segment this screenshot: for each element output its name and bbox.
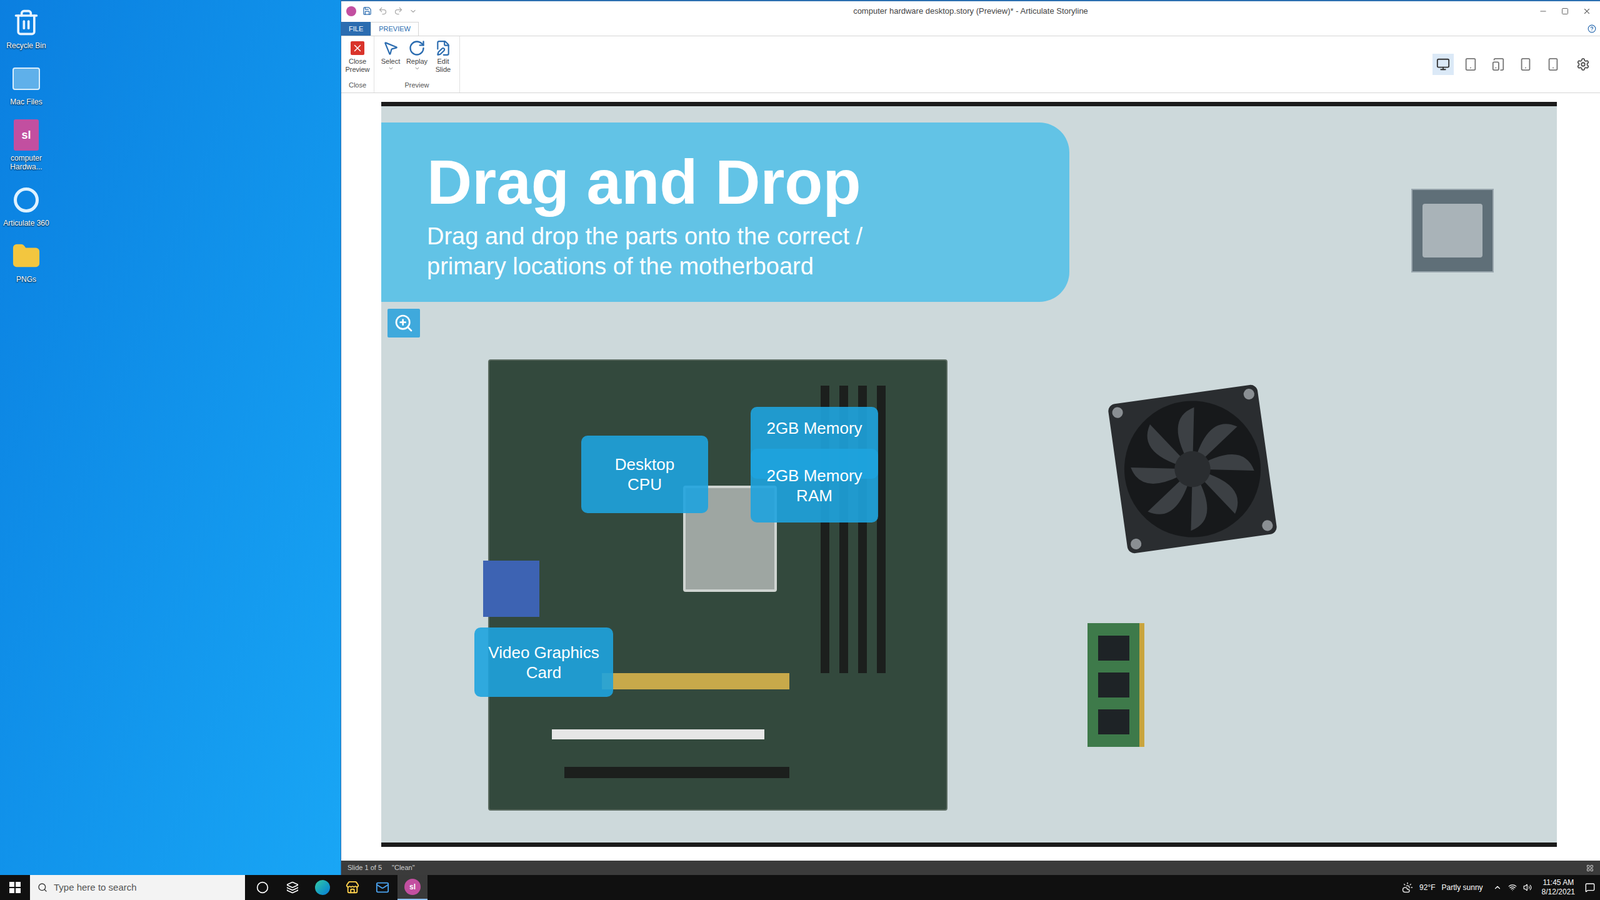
device-button[interactable] (1487, 53, 1509, 75)
tray-expand-icon[interactable] (1493, 883, 1502, 892)
settings-icon[interactable] (1576, 57, 1590, 72)
start-button[interactable] (0, 875, 30, 900)
status-item: Slide 1 of 5 (347, 862, 382, 874)
app-window: computer hardware desktop.story (Preview… (340, 0, 1600, 875)
close-icon (350, 41, 365, 55)
network-icon[interactable] (1508, 883, 1517, 892)
recycle-bin-icon (12, 8, 40, 37)
zoom-icon (393, 313, 414, 334)
save-icon[interactable] (362, 6, 372, 16)
windows-logo-icon (9, 881, 21, 894)
zoom-button[interactable] (387, 308, 420, 338)
view-icon[interactable] (1586, 864, 1594, 872)
status-bar: Slide 1 of 5 "Clean" (341, 860, 1600, 875)
folder-icon (11, 241, 41, 271)
maximize-icon[interactable] (1561, 7, 1569, 15)
weather-text: Partly sunny (1441, 881, 1484, 894)
device-icon (1518, 57, 1533, 72)
ribbon-button[interactable]: Close Preview (345, 36, 370, 80)
drop-target[interactable]: 2GB MemoryRAM (750, 448, 879, 523)
device-button[interactable] (1515, 53, 1537, 75)
story-file-icon: sl (13, 119, 39, 151)
mail-icon (375, 880, 390, 895)
device-button[interactable] (1432, 53, 1454, 75)
clock[interactable]: 11:45 AM8/12/2021 (1538, 878, 1579, 897)
motherboard (488, 359, 948, 811)
search-box[interactable]: Type here to search (30, 875, 245, 900)
stage: Drag and Drop Drag and drop the parts ont… (341, 93, 1600, 861)
ribbon-group: SelectReplayEdit SlidePreview (374, 36, 460, 93)
cortana-icon (256, 881, 269, 894)
title-banner: Drag and Drop Drag and drop the parts ont… (381, 122, 1070, 302)
cpu-fan[interactable] (1100, 379, 1285, 559)
customize-icon[interactable] (409, 7, 417, 15)
minimize-icon[interactable] (1538, 6, 1548, 16)
ribbon-button[interactable]: Select (378, 36, 404, 80)
slide-subtitle: primary locations of the motherboard (426, 251, 1070, 282)
edit-slide-icon (435, 40, 452, 57)
device-icon (1463, 57, 1478, 72)
ribbon-group: Close PreviewClose (341, 36, 375, 93)
cpu-chip[interactable] (1411, 188, 1494, 273)
weather-icon (1401, 881, 1414, 894)
taskbar: Type here to search sl 92°F Partly sunny 11:… (0, 875, 1600, 900)
search-icon (37, 882, 48, 893)
ribbon-tabs: FILEPREVIEW (341, 20, 1600, 36)
ram-stick[interactable] (1087, 623, 1145, 747)
drop-target[interactable]: DesktopCPU (581, 435, 709, 514)
storyline-icon: sl (404, 878, 421, 895)
ribbon-button[interactable]: Replay (404, 36, 430, 80)
ribbon-tab[interactable]: PREVIEW (370, 21, 419, 36)
slide-title: Drag and Drop (426, 147, 1070, 217)
device-icon (1491, 57, 1505, 72)
device-button[interactable] (1542, 53, 1564, 75)
volume-icon[interactable] (1523, 883, 1532, 892)
ribbon: Close PreviewCloseSelectReplayEdit Slide… (341, 35, 1600, 94)
taskbar-app[interactable]: sl (397, 875, 428, 900)
device-icon (1436, 57, 1450, 72)
drop-target[interactable]: Video GraphicsCard (474, 627, 614, 697)
store-icon (345, 880, 360, 895)
edge-icon (315, 880, 330, 895)
title-bar: computer hardware desktop.story (Preview… (341, 0, 1600, 21)
slide: Drag and Drop Drag and drop the parts ont… (381, 101, 1557, 847)
desktop-icon[interactable]: PNGs (0, 237, 53, 287)
notifications-icon[interactable] (1585, 882, 1595, 893)
screen: Recycle Bin Mac Files slcomputer Hardwa...… (0, 0, 1600, 900)
taskbar-app[interactable] (307, 875, 338, 900)
status-item: "Clean" (391, 862, 415, 874)
taskbar-app[interactable] (367, 875, 398, 900)
desktop-icon[interactable]: Articulate 360 (0, 181, 53, 230)
app-logo-icon (346, 6, 357, 17)
window-title: computer hardware desktop.story (Preview… (508, 5, 1433, 18)
taskbar-app[interactable] (337, 875, 368, 900)
weather-temp: 92°F (1419, 881, 1435, 894)
device-button[interactable] (1460, 53, 1482, 75)
desktop-icon[interactable]: Mac Files (0, 60, 53, 109)
mac-drive-icon (12, 67, 40, 90)
undo-icon[interactable] (378, 6, 388, 16)
redo-icon[interactable] (393, 6, 404, 16)
desktop: Recycle Bin Mac Files slcomputer Hardwa...… (0, 0, 341, 875)
device-icon (1546, 57, 1560, 72)
desktop-icon[interactable]: slcomputer Hardwa... (0, 116, 53, 174)
dropdown-icon (414, 65, 420, 72)
select-icon (382, 40, 399, 57)
ribbon-button[interactable]: Edit Slide (430, 36, 456, 80)
dropdown-icon (388, 65, 394, 72)
ribbon-tab[interactable]: FILE (341, 21, 371, 36)
taskbar-app[interactable] (277, 875, 308, 900)
slide-subtitle: Drag and drop the parts onto the correct… (426, 221, 1070, 252)
close-window-icon[interactable] (1582, 6, 1592, 16)
desktop-icon[interactable]: Recycle Bin (0, 3, 53, 53)
task-view-icon (286, 881, 299, 894)
taskbar-app[interactable] (247, 875, 278, 900)
help-icon[interactable] (1587, 24, 1597, 34)
articulate-360-icon (13, 187, 39, 213)
replay-icon (408, 39, 426, 57)
